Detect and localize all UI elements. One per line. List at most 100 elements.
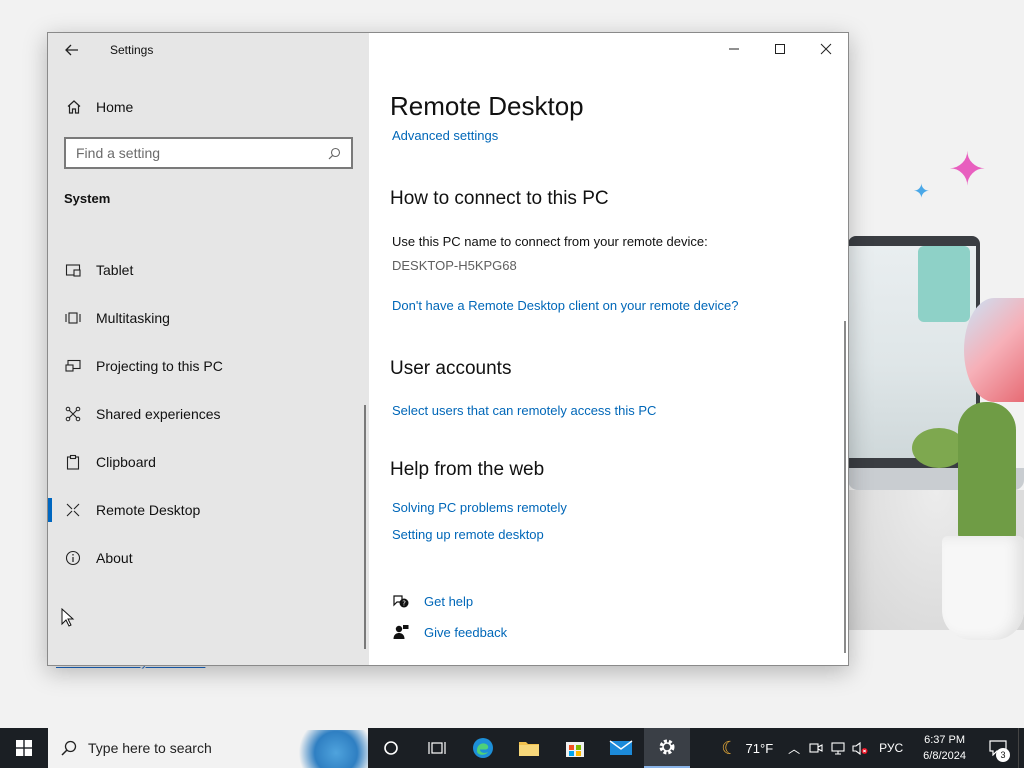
sidebar-item-clipboard[interactable]: Clipboard — [48, 442, 364, 482]
search-highlight-illustration — [288, 730, 368, 768]
close-icon — [820, 43, 832, 55]
sidebar-item-projecting[interactable]: Projecting to this PC — [48, 346, 364, 386]
pc-name-value: DESKTOP-H5KPG68 — [392, 258, 517, 273]
multitasking-icon — [64, 309, 82, 327]
cortana-button[interactable] — [368, 728, 414, 768]
advanced-settings-link[interactable]: Advanced settings — [392, 128, 498, 143]
info-icon — [64, 549, 82, 567]
sparkle-small-decoration: ✦ — [913, 181, 930, 203]
get-help-link: Get help — [424, 593, 474, 609]
network-icon[interactable] — [827, 728, 849, 768]
notification-center-button[interactable]: 3 — [978, 728, 1018, 768]
sidebar-item-label: Clipboard — [96, 454, 156, 470]
page-title: Remote Desktop — [390, 91, 584, 121]
give-feedback-row[interactable]: Give feedback — [392, 623, 507, 641]
meet-now-icon[interactable] — [805, 728, 827, 768]
shared-experiences-icon — [64, 405, 82, 423]
chevron-up-icon[interactable]: ︿ — [783, 728, 805, 768]
taskbar: Type here to search ☾ 71°F ︿ РУС 6:37 PM… — [0, 728, 1024, 768]
input-language-indicator[interactable]: РУС — [871, 741, 911, 755]
task-view-button[interactable] — [414, 728, 460, 768]
store-icon — [566, 742, 584, 757]
find-setting-input[interactable] — [76, 145, 327, 161]
get-help-row[interactable]: ? Get help — [392, 592, 473, 610]
section-label-system: System — [64, 191, 111, 206]
search-icon[interactable] — [327, 146, 341, 160]
main-content: Remote Desktop Advanced settings How to … — [369, 33, 848, 665]
clock-time: 6:37 PM — [924, 734, 966, 746]
settings-window: Settings Home System Tablet Multit — [47, 32, 849, 666]
clock[interactable]: 6:37 PM 6/8/2024 — [911, 732, 978, 764]
projecting-icon — [64, 357, 82, 375]
moon-icon: ☾ — [721, 737, 738, 758]
solving-problems-link[interactable]: Solving PC problems remotely — [392, 500, 567, 515]
start-button[interactable] — [0, 728, 48, 768]
get-help-icon: ? — [392, 592, 410, 610]
sidebar-item-remote-desktop[interactable]: Remote Desktop — [48, 490, 364, 530]
web-help-heading: Help from the web — [390, 459, 545, 480]
task-view-icon — [428, 742, 446, 754]
sidebar-item-label: Projecting to this PC — [96, 358, 223, 374]
sidebar-scrollbar[interactable] — [364, 405, 366, 649]
store-button[interactable] — [552, 728, 598, 768]
minimize-button[interactable] — [711, 33, 757, 65]
edge-icon — [473, 738, 493, 758]
select-users-link[interactable]: Select users that can remotely access th… — [392, 403, 656, 418]
mail-button[interactable] — [598, 728, 644, 768]
settings-taskbar-button[interactable] — [644, 728, 690, 768]
weather-temperature: 71°F — [745, 740, 774, 756]
clipboard-icon — [64, 453, 82, 471]
taskbar-search-box[interactable]: Type here to search — [48, 728, 368, 768]
app-title: Settings — [110, 43, 154, 57]
minimize-icon — [729, 48, 739, 50]
close-button[interactable] — [803, 33, 848, 65]
wallpaper-cactus-pot — [942, 536, 1024, 640]
selection-indicator — [48, 498, 52, 522]
connect-instruction: Use this PC name to connect from your re… — [392, 234, 708, 249]
maximize-icon — [775, 44, 785, 54]
back-button[interactable] — [58, 38, 86, 62]
wallpaper-plant-pot — [918, 246, 970, 322]
sidebar-item-label: About — [96, 550, 133, 566]
svg-text:?: ? — [402, 600, 406, 608]
title-bar: Settings — [48, 33, 369, 67]
sidebar-item-label: Multitasking — [96, 310, 170, 326]
clock-date: 6/8/2024 — [923, 750, 966, 762]
mouse-cursor-icon — [61, 608, 75, 627]
sidebar-item-tablet[interactable]: Tablet — [48, 250, 364, 290]
feedback-icon — [392, 623, 410, 641]
sidebar-item-multitasking[interactable]: Multitasking — [48, 298, 364, 338]
folder-icon — [519, 742, 539, 756]
notification-count-badge: 3 — [996, 748, 1010, 762]
show-desktop-button[interactable] — [1018, 728, 1024, 768]
connect-heading: How to connect to this PC — [390, 188, 609, 209]
sidebar-item-label: Tablet — [96, 262, 134, 278]
edge-taskbar-button[interactable] — [460, 728, 506, 768]
cortana-icon — [384, 741, 398, 755]
home-label: Home — [96, 99, 134, 115]
give-feedback-link: Give feedback — [424, 624, 508, 640]
setting-up-link[interactable]: Setting up remote desktop — [392, 527, 544, 542]
sidebar-item-label: Remote Desktop — [96, 502, 201, 518]
maximize-button[interactable] — [757, 33, 803, 65]
system-tray: ☾ 71°F ︿ РУС 6:37 PM 6/8/2024 3 — [711, 728, 1024, 768]
taskbar-search-label: Type here to search — [88, 740, 212, 756]
weather-widget[interactable]: ☾ 71°F — [711, 738, 783, 759]
file-explorer-button[interactable] — [506, 728, 552, 768]
windows-logo-icon — [16, 740, 32, 756]
remote-desktop-icon — [64, 501, 82, 519]
remote-client-link[interactable]: Don't have a Remote Desktop client on yo… — [392, 298, 738, 313]
sidebar-item-shared-experiences[interactable]: Shared experiences — [48, 394, 364, 434]
wallpaper-cactus — [958, 402, 1016, 542]
home-nav-item[interactable]: Home — [64, 91, 354, 123]
sidebar: Settings Home System Tablet Multit — [48, 33, 369, 665]
tablet-icon — [64, 261, 82, 279]
window-controls — [711, 33, 848, 65]
sidebar-item-about[interactable]: About — [48, 538, 364, 578]
user-accounts-heading: User accounts — [390, 358, 512, 379]
wallpaper-pink-shape — [964, 298, 1024, 402]
content-scrollbar[interactable] — [844, 321, 846, 653]
arrow-left-icon — [65, 44, 78, 56]
volume-muted-icon[interactable] — [849, 728, 871, 768]
sidebar-item-label: Shared experiences — [96, 406, 221, 422]
